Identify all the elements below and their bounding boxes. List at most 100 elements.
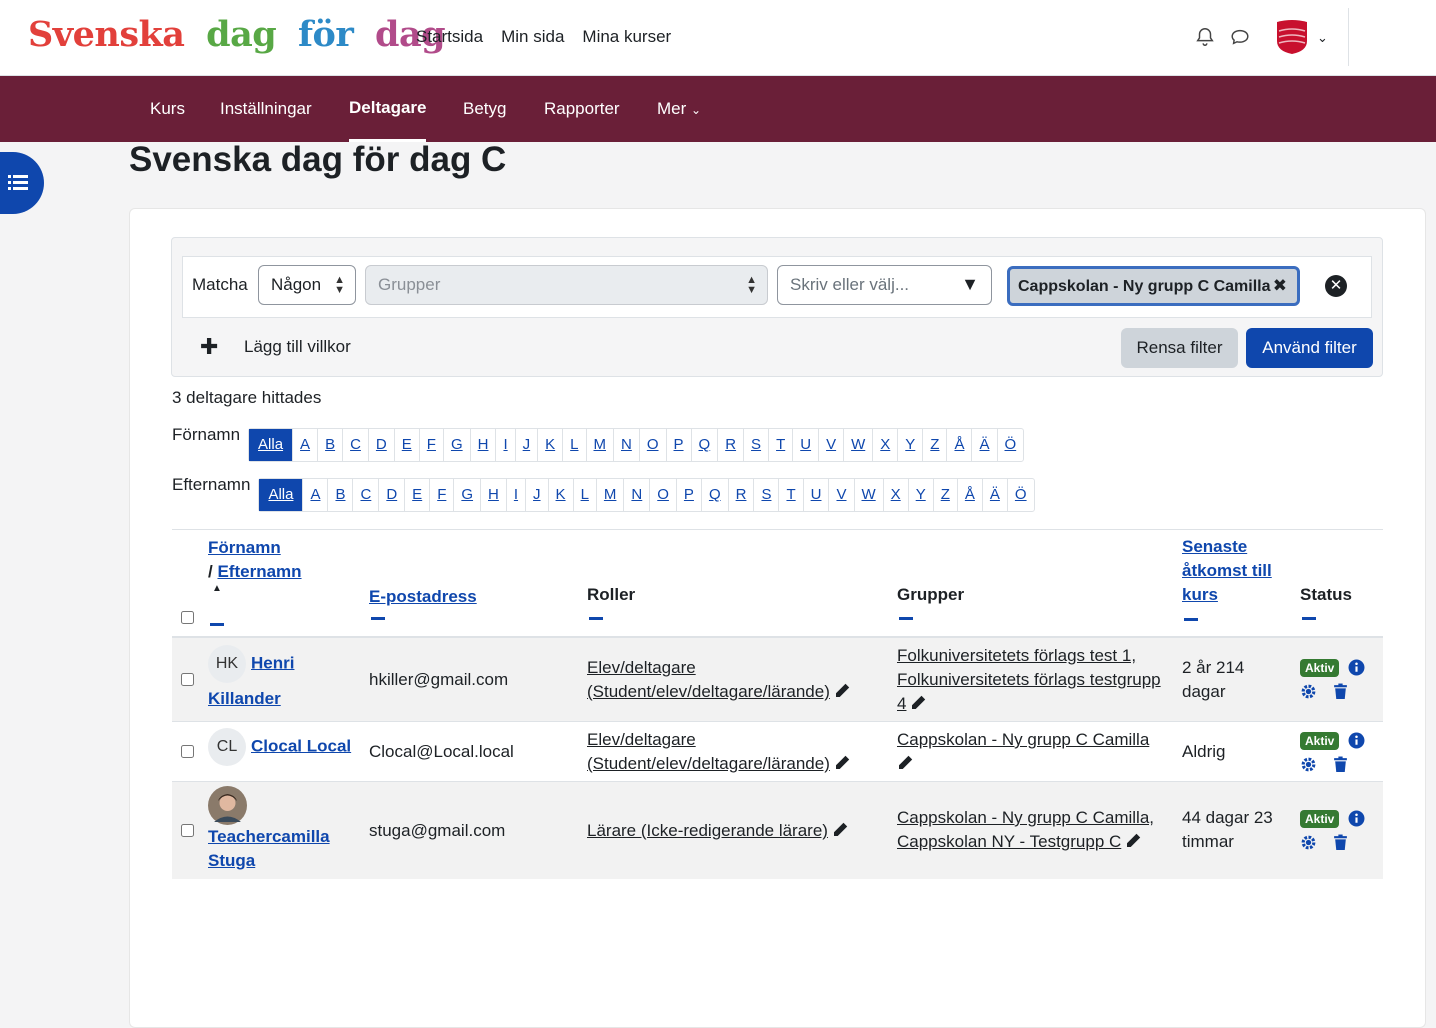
lastname-initial-link[interactable]: S [753,479,778,511]
user-avatar[interactable] [1276,19,1308,55]
firstname-initial-link[interactable]: Ö [996,429,1024,461]
lastname-initial-link[interactable]: W [853,479,883,511]
lastname-initial-link[interactable]: T [778,479,802,511]
plus-icon[interactable]: ✚ [200,334,218,360]
nav-startsida[interactable]: Startsida [416,27,483,47]
collapse-column-icon[interactable] [589,617,603,620]
match-select[interactable]: Någon ▲ ▼ [258,265,356,305]
firstname-initial-link[interactable]: K [537,429,562,461]
site-logo[interactable]: Svenska dag för dag [28,14,446,55]
info-icon[interactable] [1348,732,1365,749]
lastname-initial-link[interactable]: Alla [259,479,303,511]
sort-lastname-link[interactable]: Efternamn [217,562,301,581]
lastname-initial-link[interactable]: N [623,479,649,511]
collapse-column-icon[interactable] [371,617,385,620]
row-checkbox[interactable] [181,745,194,758]
remove-circle-icon[interactable]: ✕ [1325,275,1347,297]
collapse-column-icon[interactable] [1184,618,1198,621]
pencil-icon[interactable] [834,683,850,699]
selected-filter-chip[interactable]: Cappskolan - Ny grupp C Camilla ✖ [1007,266,1300,306]
lastname-initial-link[interactable]: Z [932,479,957,511]
firstname-initial-link[interactable]: Q [690,429,718,461]
firstname-initial-link[interactable]: R [717,429,743,461]
firstname-initial-link[interactable]: S [743,429,768,461]
tab-installningar[interactable]: Inställningar [220,76,312,142]
clear-filter-button[interactable]: Rensa filter [1121,328,1238,368]
lastname-initial-link[interactable]: K [547,479,573,511]
firstname-initial-link[interactable]: T [768,429,792,461]
pencil-icon[interactable] [910,695,926,711]
collapse-column-icon[interactable] [899,617,913,620]
lastname-initial-link[interactable]: J [525,479,548,511]
lastname-initial-link[interactable]: R [727,479,754,511]
firstname-initial-link[interactable]: H [469,429,496,461]
lastname-initial-link[interactable]: A [302,479,327,511]
firstname-initial-link[interactable]: W [843,429,872,461]
nav-min-sida[interactable]: Min sida [501,27,564,47]
lastname-initial-link[interactable]: V [828,479,853,511]
lastname-initial-link[interactable]: Ä [981,479,1007,511]
tab-rapporter[interactable]: Rapporter [544,76,620,142]
info-icon[interactable] [1348,810,1365,827]
firstname-initial-link[interactable]: Z [922,429,946,461]
firstname-initial-link[interactable]: B [317,429,342,461]
close-icon[interactable]: ✖ [1273,276,1287,296]
trash-icon[interactable] [1332,683,1349,700]
lastname-initial-link[interactable]: E [404,479,429,511]
lastname-initial-link[interactable]: Y [907,479,933,511]
pencil-icon[interactable] [897,755,913,771]
tab-kurs[interactable]: Kurs [150,76,185,142]
lastname-initial-link[interactable]: Å [956,479,982,511]
trash-icon[interactable] [1332,834,1349,851]
participant-link[interactable]: Teachercamilla Stuga [208,827,330,870]
gear-icon[interactable] [1300,683,1317,700]
lastname-initial-link[interactable]: F [429,479,453,511]
gear-icon[interactable] [1300,756,1317,773]
collapse-column-icon[interactable] [210,623,224,626]
pencil-icon[interactable] [1125,833,1141,849]
firstname-initial-link[interactable]: F [418,429,443,461]
lastname-initial-link[interactable]: B [327,479,352,511]
lastname-initial-link[interactable]: O [649,479,676,511]
groups-link[interactable]: Folkuniversitetets förlags test 1, Folkun… [897,646,1161,713]
user-menu-chevron-icon[interactable]: ⌄ [1317,30,1328,46]
sort-email-link[interactable]: E-postadress [369,587,477,606]
lastname-initial-link[interactable]: X [882,479,908,511]
firstname-initial-link[interactable]: Ä [971,429,996,461]
role-link[interactable]: Elev/deltagare (Student/elev/deltagare/lä… [587,730,830,773]
firstname-initial-link[interactable]: G [442,429,470,461]
firstname-initial-link[interactable]: V [818,429,843,461]
firstname-initial-link[interactable]: L [562,429,585,461]
lastname-initial-link[interactable]: U [802,479,829,511]
tab-mer[interactable]: Mer ⌄ [657,76,701,142]
role-link[interactable]: Lärare (Icke-redigerande lärare) [587,821,828,840]
firstname-initial-link[interactable]: U [792,429,818,461]
firstname-initial-link[interactable]: I [495,429,514,461]
firstname-initial-link[interactable]: Å [946,429,971,461]
chat-icon[interactable] [1229,26,1251,48]
firstname-initial-link[interactable]: O [638,429,666,461]
tab-betyg[interactable]: Betyg [463,76,506,142]
firstname-initial-link[interactable]: J [514,429,538,461]
collapse-column-icon[interactable] [1302,617,1316,620]
firstname-initial-link[interactable]: N [613,429,639,461]
course-index-drawer-button[interactable] [0,152,44,214]
firstname-initial-link[interactable]: D [367,429,394,461]
lastname-initial-link[interactable]: I [505,479,525,511]
firstname-initial-link[interactable]: X [872,429,897,461]
select-all-checkbox[interactable] [181,611,194,624]
groups-link[interactable]: Cappskolan - Ny grupp C Camilla [897,730,1149,749]
tab-deltagare[interactable]: Deltagare [349,76,427,142]
groups-link[interactable]: Cappskolan - Ny grupp C Camilla, Cappskol… [897,808,1154,851]
bell-icon[interactable] [1194,26,1216,48]
lastname-initial-link[interactable]: Q [700,479,728,511]
filter-value-input[interactable]: Skriv eller välj... ▼ [777,265,992,305]
lastname-initial-link[interactable]: P [675,479,701,511]
info-icon[interactable] [1348,659,1365,676]
lastname-initial-link[interactable]: L [572,479,596,511]
firstname-initial-link[interactable]: A [292,429,317,461]
lastname-initial-link[interactable]: C [352,479,378,511]
participant-link[interactable]: Clocal Local [251,736,351,755]
pencil-icon[interactable] [834,755,850,771]
firstname-initial-link[interactable]: Y [897,429,922,461]
